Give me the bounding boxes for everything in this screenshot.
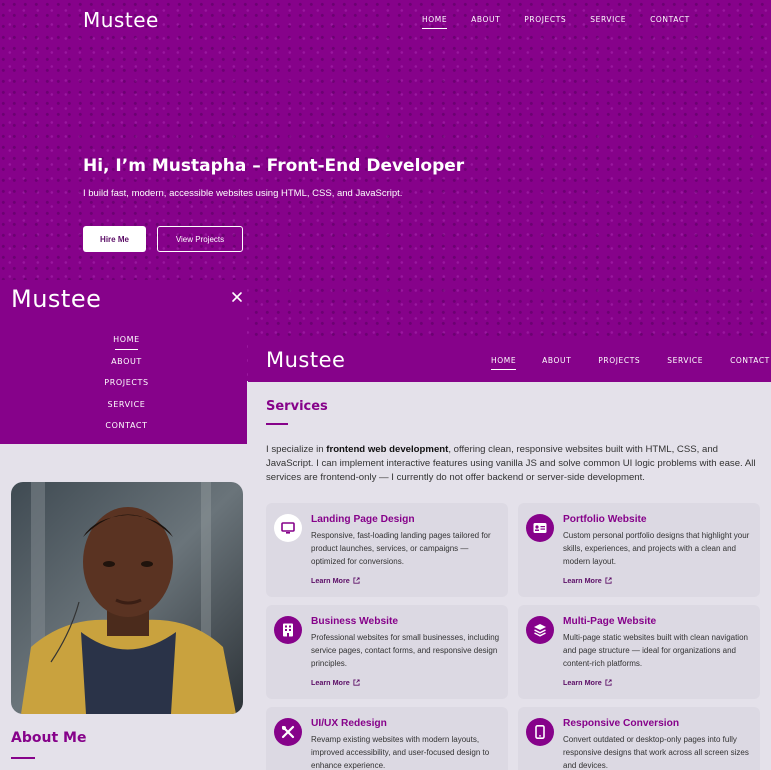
learn-more-link[interactable]: Learn More (563, 678, 612, 687)
services-navbar: Mustee HOME ABOUT PROJECTS SERVICE CONTA… (248, 342, 771, 382)
mobile-nav-links: HOME ABOUT PROJECTS SERVICE CONTACT (0, 335, 253, 443)
service-card-redesign: UI/UX Redesign Revamp existing websites … (266, 707, 508, 770)
mobile-nav-contact[interactable]: CONTACT (105, 421, 147, 430)
service-card-portfolio: Portfolio Website Custom personal portfo… (518, 503, 760, 597)
svc-nav-service[interactable]: SERVICE (667, 356, 703, 365)
id-card-icon (526, 514, 554, 542)
services-logo[interactable]: Mustee (266, 348, 345, 372)
layers-icon (526, 616, 554, 644)
building-icon (274, 616, 302, 644)
mobile-menu: Mustee HOME ABOUT PROJECTS SERVICE CONTA… (0, 280, 247, 444)
services-nav-links: HOME ABOUT PROJECTS SERVICE CONTACT (491, 356, 770, 370)
mobile-nav-home[interactable]: HOME (113, 335, 140, 350)
nav-home[interactable]: HOME (422, 15, 448, 29)
mobile-nav-about[interactable]: ABOUT (111, 357, 142, 366)
services-underline (266, 423, 288, 425)
card-description: Convert outdated or desktop-only pages i… (563, 735, 749, 770)
external-link-icon (353, 577, 360, 584)
card-description: Professional websites for small business… (311, 633, 500, 668)
monitor-icon (274, 514, 302, 542)
tools-icon (274, 718, 302, 746)
card-title: Landing Page Design (311, 514, 415, 525)
hero-subtitle: I build fast, modern, accessible website… (83, 188, 403, 199)
view-projects-button[interactable]: View Projects (157, 226, 243, 252)
mobile-nav-projects[interactable]: PROJECTS (104, 378, 148, 387)
card-title: Multi-Page Website (563, 616, 657, 627)
mobile-icon (526, 718, 554, 746)
nav-about[interactable]: ABOUT (471, 15, 500, 24)
mobile-nav-service[interactable]: SERVICE (108, 400, 146, 409)
external-link-icon (605, 679, 612, 686)
service-card-responsive: Responsive Conversion Convert outdated o… (518, 707, 760, 770)
learn-more-link[interactable]: Learn More (311, 576, 360, 585)
mobile-logo[interactable]: Mustee (11, 285, 101, 313)
learn-more-link[interactable]: Learn More (311, 678, 360, 687)
nav-contact[interactable]: CONTACT (650, 15, 690, 24)
service-card-business: Business Website Professional websites f… (266, 605, 508, 699)
top-nav-links: HOME ABOUT PROJECTS SERVICE CONTACT (422, 15, 714, 29)
svc-nav-about[interactable]: ABOUT (542, 356, 571, 365)
hire-me-button[interactable]: Hire Me (83, 226, 146, 252)
svc-nav-contact[interactable]: CONTACT (730, 356, 770, 365)
svc-nav-home[interactable]: HOME (491, 356, 517, 370)
external-link-icon (353, 679, 360, 686)
services-intro: I specialize in frontend web development… (266, 444, 756, 483)
card-description: Revamp existing websites with modern lay… (311, 735, 490, 770)
learn-more-link[interactable]: Learn More (563, 576, 612, 585)
card-description: Responsive, fast-loading landing pages t… (311, 531, 491, 566)
card-title: Portfolio Website (563, 514, 647, 525)
nav-service[interactable]: SERVICE (590, 15, 626, 24)
about-underline (11, 757, 35, 759)
profile-photo (11, 482, 243, 714)
card-description: Custom personal portfolio designs that h… (563, 531, 750, 566)
card-title: Responsive Conversion (563, 718, 680, 729)
nav-projects[interactable]: PROJECTS (524, 15, 566, 24)
service-card-multipage: Multi-Page Website Multi-page static web… (518, 605, 760, 699)
external-link-icon (605, 577, 612, 584)
card-description: Multi-page static websites built with cl… (563, 633, 748, 668)
site-logo[interactable]: Mustee (83, 8, 159, 32)
card-title: Business Website (311, 616, 399, 627)
about-title: About Me (11, 730, 87, 746)
services-title: Services (266, 399, 328, 414)
hero-title: Hi, I’m Mustapha – Front-End Developer (83, 156, 465, 176)
card-title: UI/UX Redesign (311, 718, 387, 729)
top-navbar: Mustee HOME ABOUT PROJECTS SERVICE CONTA… (0, 0, 771, 40)
svc-nav-projects[interactable]: PROJECTS (598, 356, 640, 365)
close-icon[interactable] (231, 291, 243, 303)
service-card-landing: Landing Page Design Responsive, fast-loa… (266, 503, 508, 597)
